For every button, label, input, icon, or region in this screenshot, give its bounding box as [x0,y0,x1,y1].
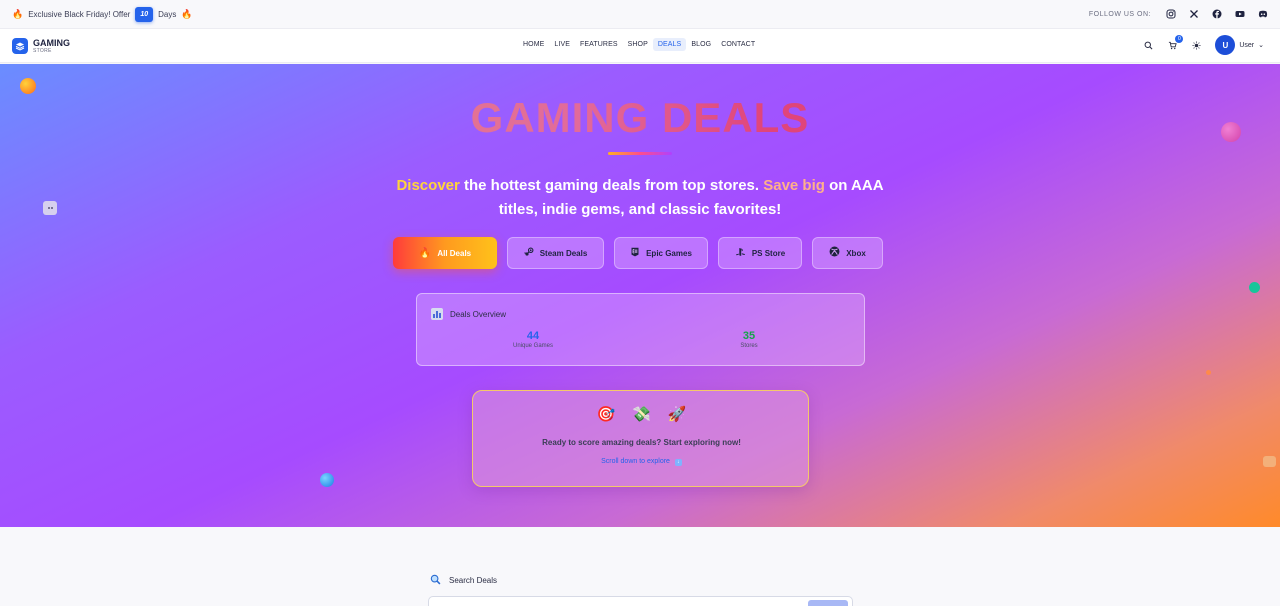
brand-logo-link[interactable]: GAMING STORE [12,37,312,54]
fire-icon: 🔥 [418,247,432,259]
bar-chart-icon [431,308,443,320]
promo-banner: 🔥 Exclusive Black Friday! Offer 10 Days … [12,6,193,22]
search-input[interactable] [428,596,853,606]
nav-item-live[interactable]: LIVE [549,38,575,51]
youtube-icon[interactable] [1234,9,1245,20]
epic-icon [630,247,640,260]
magnifier-icon [430,574,441,587]
stat-label: Stores [740,343,758,349]
tab-epic-games[interactable]: Epic Games [614,237,708,269]
promo-topbar: 🔥 Exclusive Black Friday! Offer 10 Days … [0,0,1280,29]
search-deals-title: Search Deals [449,576,498,585]
header-actions: 0 U User ⌄ [1143,34,1264,55]
tab-label: Epic Games [646,248,692,258]
instagram-icon[interactable] [1165,9,1176,20]
deals-hero: GAMING DEALS Discover the hottest gaming… [0,64,1280,527]
nav-menu: HOME LIVE FEATURES SHOP DEALS BLOG CONTA… [518,38,760,51]
tab-xbox[interactable]: Xbox [812,237,883,269]
days-count-badge: 10 [135,6,154,22]
title-underline [608,152,672,155]
days-label: Days [158,9,177,19]
nav-item-blog[interactable]: BLOG [686,38,716,51]
flame-icon: 🔥 [12,8,24,19]
rocket-icon: 🚀 [667,406,687,423]
tab-all-deals[interactable]: 🔥 All Deals [393,237,497,269]
tab-label: Xbox [846,248,866,258]
cta-icons: 🎯 💸 🚀 [473,405,810,423]
follow-label: FOLLOW US ON: [1088,10,1151,18]
explore-cta-card: 🎯 💸 🚀 Ready to score amazing deals? Star… [472,390,809,487]
brand-name: GAMING [33,37,70,48]
tab-ps-store[interactable]: PS Store [718,237,802,269]
playstation-icon [735,247,746,260]
decorative-orb-blue [320,473,334,487]
main-navbar: GAMING STORE HOME LIVE FEATURES SHOP DEA… [0,29,1280,63]
tagline-text: the hottest gaming deals from top stores… [459,177,764,194]
cart-icon[interactable]: 0 [1167,34,1184,51]
theme-toggle-sun-icon[interactable] [1191,40,1202,51]
tab-label: PS Store [751,248,786,258]
avatar: U [1215,35,1236,55]
flame-icon: 🔥 [181,8,193,19]
page-title: GAMING DEALS [0,94,1280,142]
arrow-down-icon: ↓ [674,459,682,466]
nav-item-shop[interactable]: SHOP [623,38,653,51]
brand-subtitle: STORE [33,47,52,54]
nav-item-features[interactable]: FEATURES [575,38,623,51]
store-filter-tabs: 🔥 All Deals Steam Deals Epic Games PS St… [393,237,883,269]
nav-item-home[interactable]: HOME [518,38,549,51]
user-menu[interactable]: U User ⌄ [1215,35,1264,55]
cta-message: Ready to score amazing deals? Start expl… [542,438,741,447]
stat-label: Unique Games [512,343,554,349]
tagline-highlight-save: Save big [763,177,825,194]
tab-label: All Deals [437,248,472,258]
stat-unique-games: 44 Unique Games [488,330,578,349]
steam-icon [523,247,534,260]
xbox-icon [829,246,840,260]
dice-icon [43,201,57,215]
target-icon: 🎯 [596,406,616,423]
stat-stores: 35 Stores [704,330,794,349]
stat-value: 44 [526,330,540,342]
search-deals-section: Search Deals [0,527,1280,606]
robot-icon [1263,456,1276,467]
x-icon[interactable] [1188,9,1199,20]
scroll-link-label: Scroll down to explore [601,458,670,465]
decorative-orb-small [1206,370,1211,375]
money-icon: 💸 [632,406,651,423]
search-button[interactable] [808,600,848,606]
nav-item-contact[interactable]: CONTACT [716,38,760,51]
cart-count-badge: 0 [1175,34,1184,43]
user-name: User [1239,41,1255,49]
tagline-highlight-discover: Discover [396,177,460,194]
scroll-down-link[interactable]: Scroll down to explore ↓ [473,458,810,466]
overview-title: Deals Overview [450,309,507,319]
social-links: FOLLOW US ON: [1089,9,1268,20]
tab-label: Steam Deals [539,248,588,258]
decorative-orb-green [1249,282,1260,293]
stat-value: 35 [742,330,756,342]
facebook-icon[interactable] [1211,9,1222,20]
discord-icon[interactable] [1257,9,1268,20]
hero-tagline: Discover the hottest gaming deals from t… [390,174,890,222]
deals-overview-card: Deals Overview 44 Unique Games 35 Stores [416,293,865,366]
overview-header: Deals Overview [431,308,506,320]
decorative-orb-orange [20,78,36,94]
promo-text: Exclusive Black Friday! Offer [28,9,131,19]
chevron-down-icon: ⌄ [1258,42,1264,49]
search-icon[interactable] [1143,40,1154,51]
nav-item-deals[interactable]: DEALS [652,38,687,51]
tab-steam-deals[interactable]: Steam Deals [507,237,604,269]
search-deals-header: Search Deals [430,574,497,587]
layers-icon [12,37,28,54]
